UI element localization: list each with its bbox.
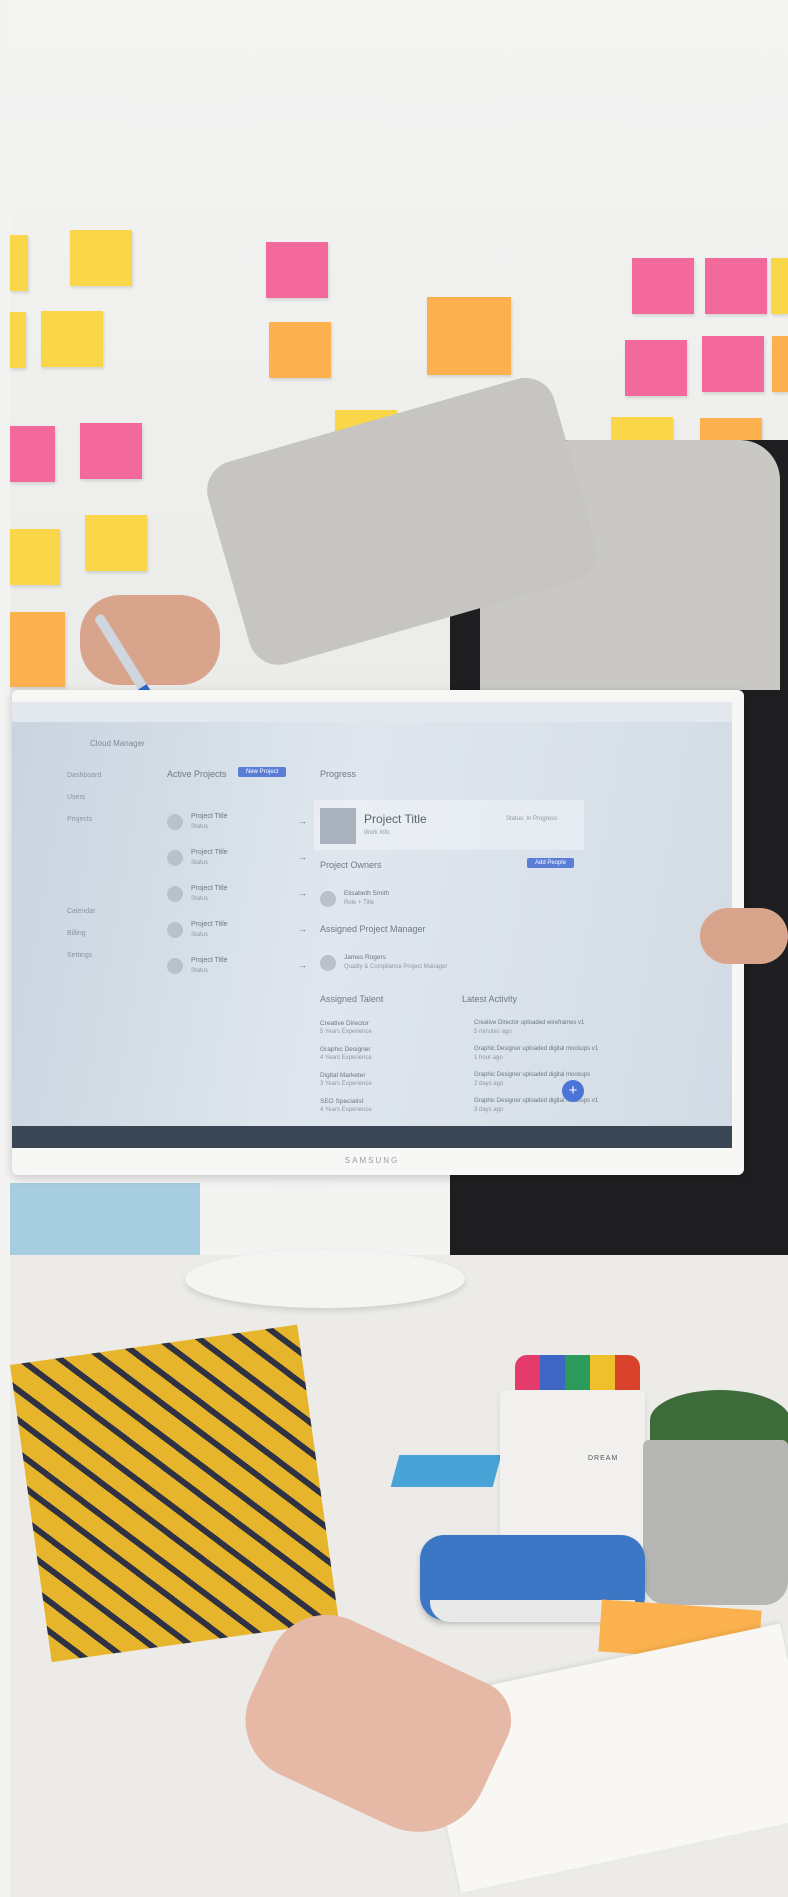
sticky-note (10, 426, 55, 482)
sticky-note (702, 336, 764, 392)
sticky-note (80, 423, 142, 479)
project-avatar (167, 958, 183, 974)
sticky-note (70, 230, 132, 286)
arrow-right-icon: → (298, 924, 307, 934)
project-title: Project Title (191, 957, 228, 964)
project-avatar (167, 922, 183, 938)
project-thumbnail (320, 808, 356, 844)
manager-avatar (320, 955, 336, 971)
project-detail-status: Status: In Progress (506, 816, 558, 822)
sticky-note (625, 340, 687, 396)
project-list-item[interactable]: Project Title Status → (167, 954, 307, 984)
activity-text: Graphic Designer uploaded digital mockup… (474, 1072, 591, 1078)
sticky-note (10, 235, 28, 291)
project-owners-heading: Project Owners (320, 860, 382, 870)
taskbar (12, 1126, 732, 1148)
project-avatar (167, 850, 183, 866)
talent-role[interactable]: Digital Marketer (320, 1072, 366, 1079)
project-title: Project Title (191, 885, 228, 892)
nav-item-calendar[interactable]: Calendar (67, 908, 95, 915)
arrow-right-icon: → (298, 888, 307, 898)
project-title: Project Title (191, 849, 228, 856)
project-detail-title: Project Title (364, 812, 427, 826)
project-list-item[interactable]: Project Title Status → (167, 918, 307, 948)
owner-role: Role + Title (344, 900, 375, 906)
sticky-note (266, 242, 328, 298)
progress-heading: Progress (320, 769, 357, 779)
mug-label: DREAM (588, 1455, 619, 1462)
chair (10, 1183, 200, 1263)
project-status: Status (191, 824, 209, 830)
sticky-note (771, 258, 788, 314)
activity-time: 5 minutes ago (474, 1029, 512, 1035)
manager-role: Quality & Compliance Project Manager (344, 964, 448, 970)
nav-item-projects[interactable]: Projects (67, 816, 92, 823)
add-people-button[interactable]: Add People (527, 858, 575, 868)
talent-exp: 4 Years Experience (320, 1055, 372, 1061)
nav-item-billing[interactable]: Billing (67, 930, 86, 937)
talent-role[interactable]: SEO Specialist (320, 1098, 363, 1105)
app-name: Cloud Manager (90, 739, 145, 748)
talent-exp: 5 Years Experience (320, 1029, 372, 1035)
add-fab-button[interactable]: + (562, 1080, 584, 1102)
owner-name: Elisabeth Smith (344, 890, 390, 897)
photo-scene: Cloud Manager Dashboard Users Projects C… (0, 0, 788, 1897)
sticky-note (632, 258, 694, 314)
sticky-note (10, 529, 60, 585)
project-title: Project Title (191, 813, 228, 820)
presenter-hand-pointing (700, 908, 788, 964)
project-avatar (167, 886, 183, 902)
monitor-brand: SAMSUNG (344, 1156, 400, 1165)
new-project-button[interactable]: New Project (238, 767, 287, 777)
activity-time: 3 days ago (474, 1107, 504, 1113)
browser-toolbar (12, 702, 732, 722)
project-detail-subtitle: Work Info (364, 830, 390, 836)
nav-item-dashboard[interactable]: Dashboard (67, 772, 101, 779)
arrow-right-icon: → (298, 852, 307, 862)
nav-item-settings[interactable]: Settings (67, 952, 92, 959)
nav-item-users[interactable]: Users (67, 794, 85, 801)
activity-time: 2 days ago (474, 1081, 504, 1087)
plant-pot (643, 1440, 788, 1605)
arrow-right-icon: → (298, 816, 307, 826)
assigned-talent-heading: Assigned Talent (320, 994, 384, 1004)
talent-role[interactable]: Creative Director (320, 1020, 369, 1027)
sticky-note (772, 336, 788, 392)
manager-name: James Rogers (344, 954, 386, 961)
sticky-note (85, 515, 147, 571)
active-projects-heading: Active Projects (167, 769, 227, 779)
project-list-item[interactable]: Project Title Status → (167, 846, 307, 876)
project-avatar (167, 814, 183, 830)
plaid-sleeve (10, 1324, 339, 1663)
monitor-base (185, 1250, 465, 1308)
owner-avatar (320, 891, 336, 907)
project-status: Status (191, 860, 209, 866)
project-status: Status (191, 932, 209, 938)
sticky-note (10, 612, 65, 687)
activity-text: Creative Director uploaded wireframes v1 (474, 1020, 585, 1026)
project-list-item[interactable]: Project Title Status → (167, 810, 307, 840)
project-list-item[interactable]: Project Title Status → (167, 882, 307, 912)
project-status: Status (191, 968, 209, 974)
assigned-manager-heading: Assigned Project Manager (320, 924, 426, 934)
sticky-note (427, 297, 511, 375)
arrow-right-icon: → (298, 960, 307, 970)
presenter-hand (80, 595, 220, 685)
blue-sticky-pad (390, 1455, 502, 1487)
talent-exp: 3 Years Experience (320, 1081, 372, 1087)
latest-activity-heading: Latest Activity (462, 994, 518, 1004)
activity-text: Graphic Designer uploaded digital mockup… (474, 1046, 599, 1052)
sticky-note (10, 312, 26, 368)
activity-time: 1 hour ago (474, 1055, 503, 1061)
project-title: Project Title (191, 921, 228, 928)
sticky-note (269, 322, 331, 378)
project-status: Status (191, 896, 209, 902)
monitor-screen: Cloud Manager Dashboard Users Projects C… (12, 702, 732, 1148)
talent-role[interactable]: Graphic Designer (320, 1046, 371, 1053)
talent-exp: 4 Years Experience (320, 1107, 372, 1113)
sticky-note (41, 311, 103, 367)
sticky-note (705, 258, 767, 314)
monitor: Cloud Manager Dashboard Users Projects C… (12, 690, 744, 1175)
